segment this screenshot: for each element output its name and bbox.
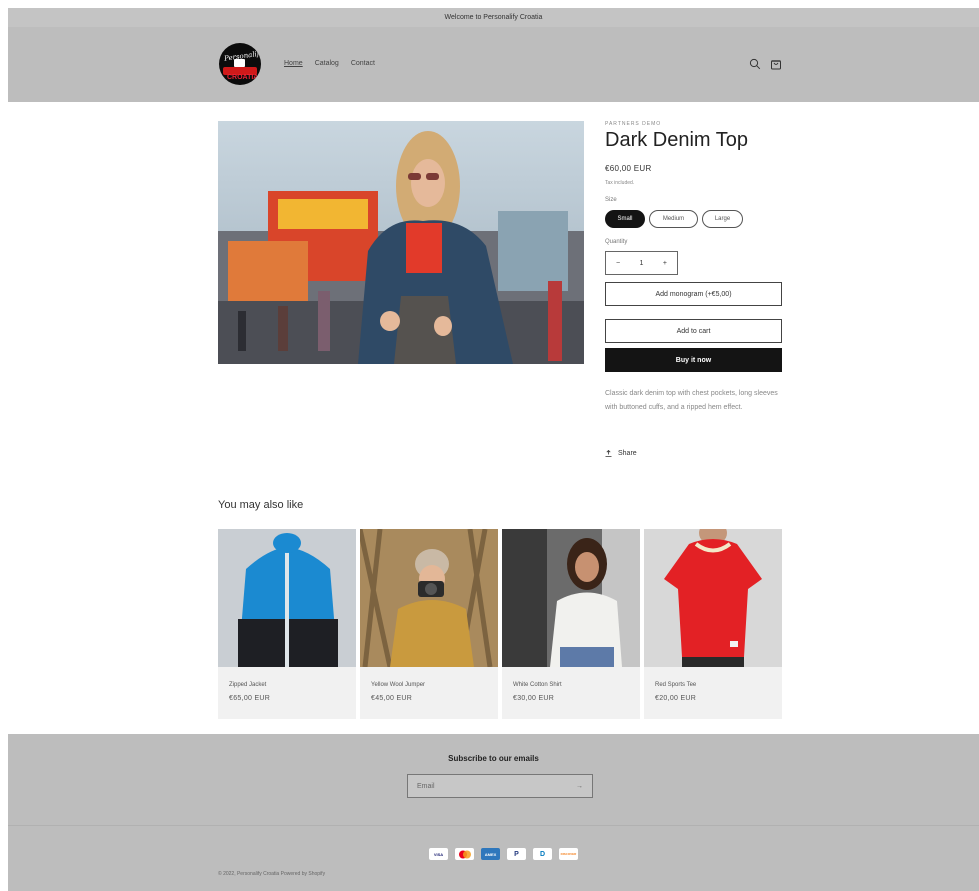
product-card-name[interactable]: Zipped Jacket [229, 682, 266, 688]
copyright: © 2022, Personalify Croatia Powered by S… [218, 871, 326, 877]
quantity-value[interactable]: 1 [640, 260, 644, 267]
email-field[interactable]: Email → [407, 774, 593, 798]
subscribe-arrow-icon[interactable]: → [576, 783, 583, 790]
product-card-price: €45,00 EUR [371, 695, 413, 702]
size-label: Size [605, 197, 617, 203]
product-card-price: €65,00 EUR [229, 695, 271, 702]
cart-icon[interactable] [770, 58, 782, 70]
share-label: Share [618, 450, 637, 457]
size-option-large[interactable]: Large [702, 210, 743, 228]
diners-icon: D [533, 848, 552, 860]
product-card-name[interactable]: Red Sports Tee [655, 682, 696, 688]
quantity-label: Quantity [605, 239, 628, 245]
tax-note: Tax included. [605, 180, 635, 186]
paypal-icon: P [507, 848, 526, 860]
product-card-price: €30,00 EUR [513, 695, 555, 702]
visa-icon: VISA [429, 848, 448, 860]
add-monogram-button[interactable]: Add monogram (+€5,00) [605, 282, 782, 306]
store-logo[interactable]: Personalify CROATIA [219, 43, 261, 85]
search-icon[interactable] [749, 58, 761, 70]
add-to-cart-button[interactable]: Add to cart [605, 319, 782, 343]
product-card[interactable]: Zipped Jacket €65,00 EUR [218, 529, 356, 719]
email-placeholder: Email [417, 782, 435, 790]
product-card-image[interactable] [218, 529, 356, 667]
product-card-image[interactable] [644, 529, 782, 667]
product-card[interactable]: White Cotton Shirt €30,00 EUR [502, 529, 640, 719]
product-card-name[interactable]: White Cotton Shirt [513, 682, 562, 688]
logo-emblem [234, 59, 245, 67]
buy-now-button[interactable]: Buy it now [605, 348, 782, 372]
main-nav: Home Catalog Contact [284, 60, 375, 67]
share-button[interactable]: Share [605, 450, 637, 457]
nav-home[interactable]: Home [284, 60, 303, 67]
amex-icon: AMEX [481, 848, 500, 860]
product-description: Classic dark denim top with chest pocket… [605, 390, 778, 411]
product-card[interactable]: Yellow Wool Jumper €45,00 EUR [360, 529, 498, 719]
payment-icons: VISA AMEX P D DISCOVER [429, 848, 578, 860]
product-price: €60,00 EUR [605, 164, 652, 173]
site-footer: VISA AMEX P D DISCOVER © 2022, Personali… [8, 825, 979, 891]
product-card-image[interactable] [502, 529, 640, 667]
product-card-name[interactable]: Yellow Wool Jumper [371, 682, 425, 688]
site-header: Personalify CROATIA Home Catalog Contact [8, 27, 979, 102]
logo-word: CROATIA [227, 74, 259, 81]
size-selector: Small Medium Large [605, 210, 743, 228]
announcement-text: Welcome to Personalify Croatia [444, 14, 543, 21]
size-option-medium[interactable]: Medium [649, 210, 698, 228]
announcement-bar: Welcome to Personalify Croatia [8, 8, 979, 27]
size-option-small[interactable]: Small [605, 210, 645, 228]
newsletter-title: Subscribe to our emails [448, 754, 539, 763]
product-card-image[interactable] [360, 529, 498, 667]
quantity-stepper: − 1 + [605, 251, 678, 275]
newsletter-section: Subscribe to our emails Email → [8, 734, 979, 825]
page: Welcome to Personalify Croatia Personali… [8, 8, 979, 891]
product-card[interactable]: Red Sports Tee €20,00 EUR [644, 529, 782, 719]
product-vendor: PARTNERS DEMO [605, 121, 662, 127]
nav-contact[interactable]: Contact [351, 60, 375, 67]
recommendations-title: You may also like [218, 499, 304, 511]
discover-icon: DISCOVER [559, 848, 578, 860]
product-image[interactable] [218, 121, 584, 364]
product-title: Dark Denim Top [605, 129, 749, 151]
quantity-increase-button[interactable]: + [663, 260, 667, 267]
mastercard-icon [455, 848, 474, 860]
quantity-decrease-button[interactable]: − [616, 260, 620, 267]
nav-catalog[interactable]: Catalog [315, 60, 339, 67]
share-icon [605, 450, 612, 457]
product-card-price: €20,00 EUR [655, 695, 697, 702]
